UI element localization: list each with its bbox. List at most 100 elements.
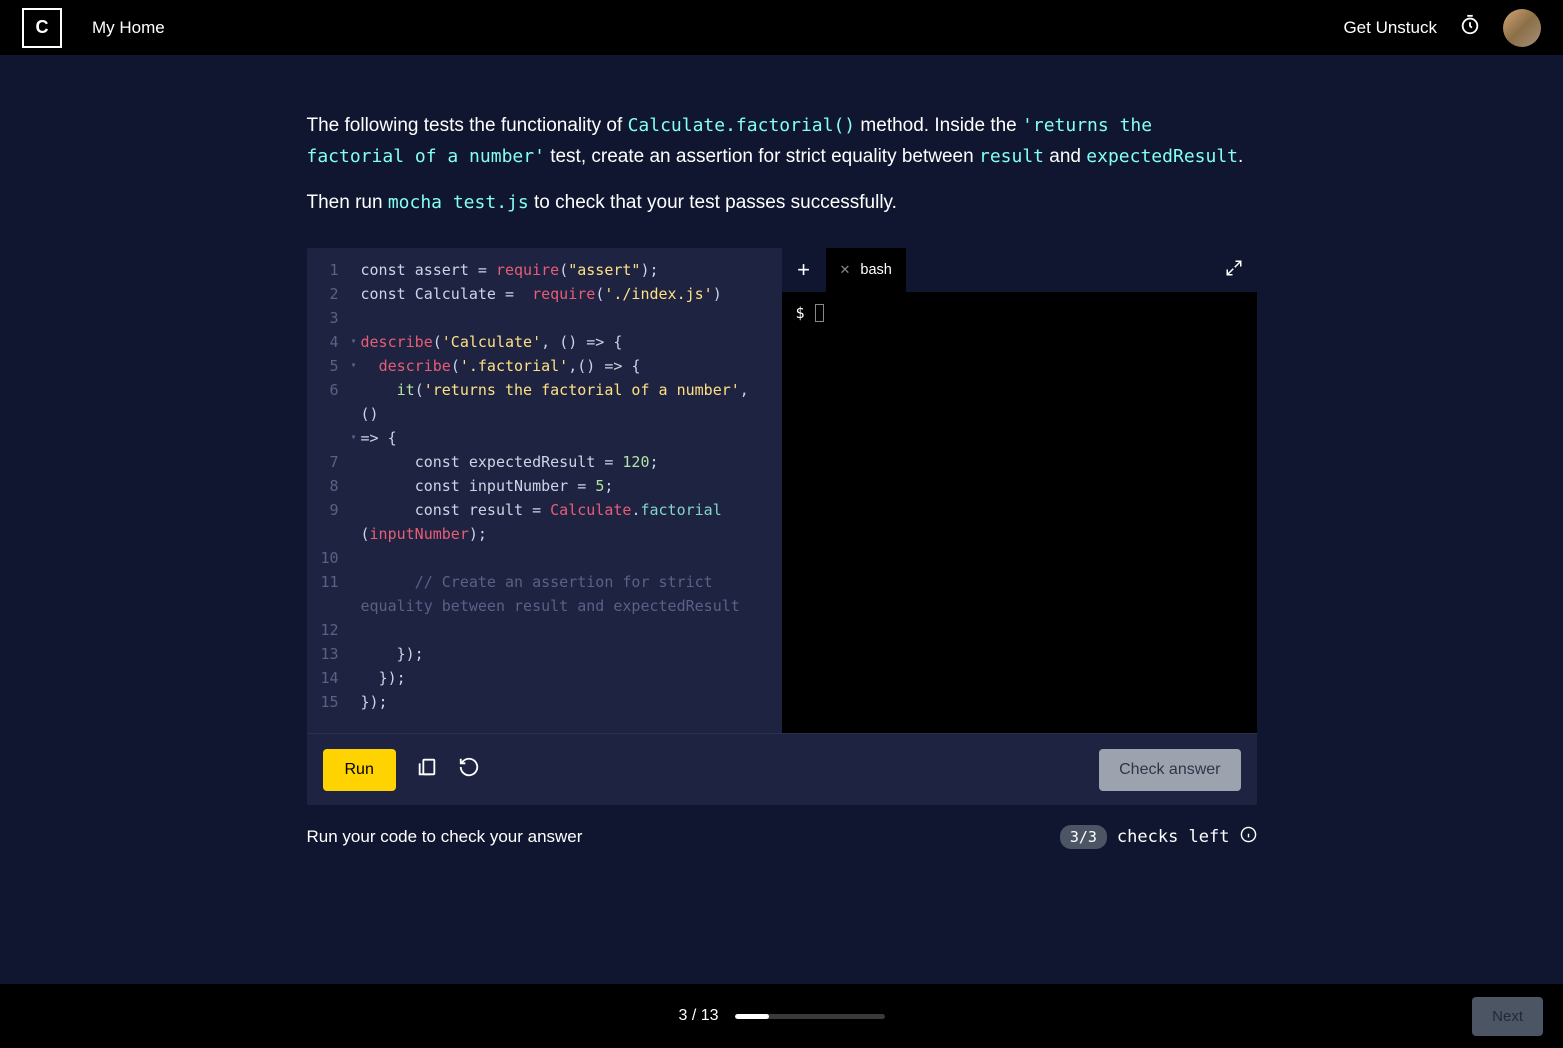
progress-bar — [735, 1014, 885, 1019]
hint-text: Run your code to check your answer — [307, 827, 583, 847]
reset-icon[interactable] — [458, 756, 480, 783]
instr-text: and — [1044, 146, 1086, 167]
line-number: 7 — [307, 450, 347, 474]
next-button[interactable]: Next — [1472, 997, 1543, 1036]
code-line[interactable]: 8 const inputNumber = 5; — [307, 474, 782, 498]
get-unstuck-link[interactable]: Get Unstuck — [1343, 18, 1437, 38]
line-number: 15 — [307, 690, 347, 714]
checks-text: checks left — [1117, 827, 1230, 847]
code-line[interactable]: 7 const expectedResult = 120; — [307, 450, 782, 474]
code-inline: mocha test.js — [388, 192, 529, 213]
progress: 3 / 13 — [678, 1007, 884, 1025]
code-text[interactable]: it('returns the factorial of a number', … — [361, 378, 782, 426]
code-line[interactable]: 1 const assert = require("assert"); — [307, 258, 782, 282]
code-text[interactable]: const inputNumber = 5; — [361, 474, 782, 498]
code-line[interactable]: ▾=> { — [307, 426, 782, 450]
nav-home[interactable]: My Home — [92, 18, 165, 38]
code-line[interactable]: 12 — [307, 618, 782, 642]
code-line[interactable]: 4▾describe('Calculate', () => { — [307, 330, 782, 354]
code-text[interactable] — [361, 618, 782, 642]
instr-text: to check that your test passes successfu… — [529, 192, 897, 213]
logo[interactable]: C — [22, 8, 62, 48]
line-number: 4 — [307, 330, 347, 354]
code-inline: result — [979, 146, 1044, 167]
below-bar: Run your code to check your answer 3/3 c… — [307, 825, 1257, 849]
timer-icon[interactable] — [1459, 14, 1481, 41]
avatar[interactable] — [1503, 9, 1541, 47]
check-answer-button[interactable]: Check answer — [1099, 749, 1240, 791]
code-line[interactable]: 3 — [307, 306, 782, 330]
header-right: Get Unstuck — [1343, 9, 1541, 47]
workspace: 1 const assert = require("assert"); 2 const… — [307, 248, 1257, 805]
line-number: 14 — [307, 666, 347, 690]
terminal-cursor — [815, 304, 824, 322]
expand-icon[interactable] — [1225, 259, 1243, 282]
code-text[interactable]: const result = Calculate.factorial — [361, 498, 782, 522]
content: The following tests the functionality of… — [307, 55, 1257, 849]
instr-text: . — [1238, 146, 1243, 167]
code-text[interactable]: const Calculate = require('./index.js') — [361, 282, 782, 306]
terminal-body[interactable]: $ — [782, 292, 1257, 733]
progress-text: 3 / 13 — [678, 1007, 718, 1025]
instr-text: Then run — [307, 192, 388, 213]
code-text[interactable] — [361, 306, 782, 330]
code-line[interactable]: 5▾ describe('.factorial',() => { — [307, 354, 782, 378]
terminal-prompt: $ — [796, 304, 1243, 322]
workspace-main: 1 const assert = require("assert"); 2 const… — [307, 248, 1257, 733]
code-line[interactable]: 13 }); — [307, 642, 782, 666]
code-line[interactable]: equality between result and expectedResu… — [307, 594, 782, 618]
run-button[interactable]: Run — [323, 749, 396, 791]
code-text[interactable]: (inputNumber); — [361, 522, 782, 546]
line-number: 9 — [307, 498, 347, 522]
code-text[interactable]: }); — [361, 690, 782, 714]
terminal-tabs: + ✕ bash — [782, 248, 1257, 292]
fold-icon[interactable]: ▾ — [347, 426, 361, 450]
code-line[interactable]: 14 }); — [307, 666, 782, 690]
terminal: + ✕ bash $ — [782, 248, 1257, 733]
toolbar: Run Check answer — [307, 733, 1257, 805]
code-inline: Calculate.factorial() — [628, 115, 856, 136]
line-number: 6 — [307, 378, 347, 402]
code-text[interactable]: equality between result and expectedResu… — [361, 594, 782, 618]
line-number: 13 — [307, 642, 347, 666]
line-number: 5 — [307, 354, 347, 378]
code-text[interactable]: => { — [361, 426, 782, 450]
progress-fill — [735, 1014, 770, 1019]
header-left: C My Home — [22, 8, 165, 48]
info-icon[interactable] — [1240, 826, 1257, 848]
code-text[interactable]: describe('Calculate', () => { — [361, 330, 782, 354]
code-text[interactable]: const assert = require("assert"); — [361, 258, 782, 282]
code-text[interactable]: }); — [361, 666, 782, 690]
line-number: 2 — [307, 282, 347, 306]
code-line[interactable]: 10 — [307, 546, 782, 570]
code-text[interactable]: // Create an assertion for strict — [361, 570, 782, 594]
checks-left: 3/3 checks left — [1060, 825, 1257, 849]
add-tab-icon[interactable]: + — [782, 257, 826, 283]
code-text[interactable]: const expectedResult = 120; — [361, 450, 782, 474]
code-line[interactable]: 11 // Create an assertion for strict — [307, 570, 782, 594]
code-text[interactable] — [361, 546, 782, 570]
line-number: 12 — [307, 618, 347, 642]
code-line[interactable]: 9 const result = Calculate.factorial — [307, 498, 782, 522]
terminal-tab[interactable]: ✕ bash — [826, 248, 906, 292]
code-text[interactable]: describe('.factorial',() => { — [361, 354, 782, 378]
line-number: 1 — [307, 258, 347, 282]
line-number: 8 — [307, 474, 347, 498]
fold-icon[interactable]: ▾ — [347, 330, 361, 354]
code-text[interactable]: }); — [361, 642, 782, 666]
line-number: 3 — [307, 306, 347, 330]
close-icon[interactable]: ✕ — [840, 262, 851, 278]
code-line[interactable]: 2 const Calculate = require('./index.js') — [307, 282, 782, 306]
checks-badge: 3/3 — [1060, 825, 1107, 849]
code-line[interactable]: (inputNumber); — [307, 522, 782, 546]
instr-text: The following tests the functionality of — [307, 115, 628, 136]
instructions: The following tests the functionality of… — [307, 110, 1257, 218]
header: C My Home Get Unstuck — [0, 0, 1563, 55]
fold-icon[interactable]: ▾ — [347, 354, 361, 378]
code-line[interactable]: 6 it('returns the factorial of a number'… — [307, 378, 782, 426]
copy-icon[interactable] — [416, 756, 438, 783]
instr-text: method. Inside the — [855, 115, 1022, 136]
prompt-symbol: $ — [796, 304, 805, 322]
code-line[interactable]: 15}); — [307, 690, 782, 714]
code-editor[interactable]: 1 const assert = require("assert"); 2 const… — [307, 248, 782, 733]
